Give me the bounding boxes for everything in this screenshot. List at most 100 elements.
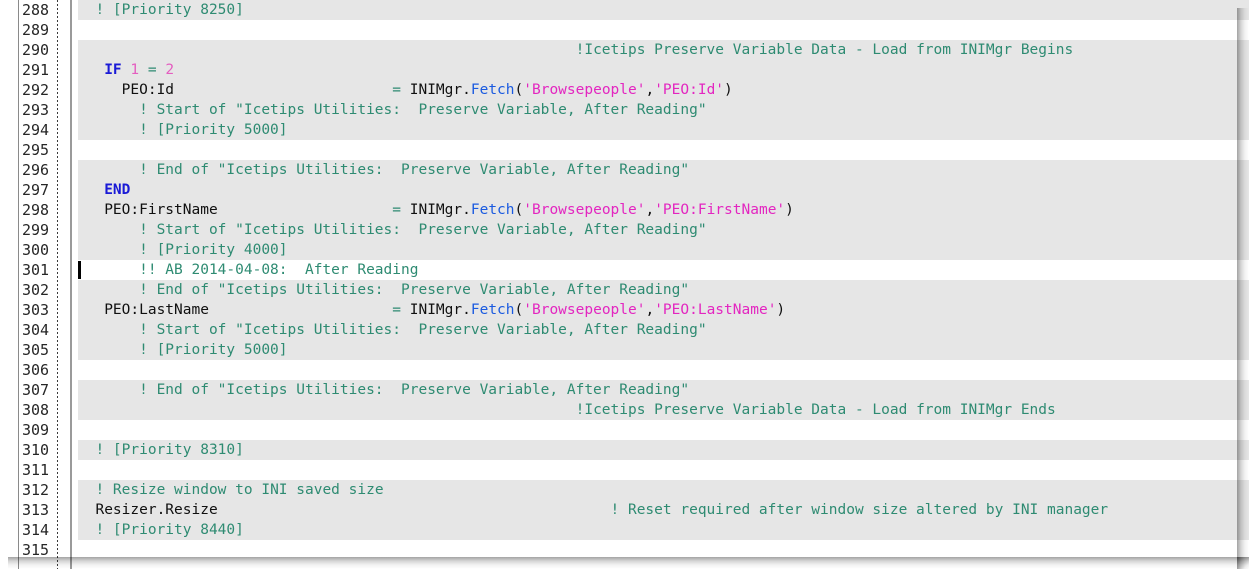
line-number: 307 bbox=[22, 381, 50, 399]
code-line[interactable] bbox=[78, 360, 1249, 380]
line-number-list: 288 289 290 291 292 293 294 295 296 297 298 299 300 3… bbox=[19, 0, 57, 560]
line-number-gutter[interactable]: 288 289 290 291 292 293 294 295 296 297 298 299 300 3… bbox=[0, 0, 58, 569]
code-token-plain: , bbox=[645, 82, 655, 98]
code-line[interactable]: ! End of "Icetips Utilities: Preserve Va… bbox=[78, 380, 1249, 400]
code-token-plain: INIMgr bbox=[401, 202, 463, 218]
line-number: 291 bbox=[22, 61, 50, 79]
code-line[interactable]: END bbox=[78, 180, 1249, 200]
code-token-string: 'PEO:Id' bbox=[654, 82, 725, 98]
code-line[interactable] bbox=[78, 20, 1249, 40]
code-token-plain: INIMgr bbox=[401, 82, 463, 98]
code-token-comment: ! Start of "Icetips Utilities: Preserve … bbox=[139, 222, 707, 238]
code-token-comment: ! Reset required after window size alter… bbox=[610, 502, 1109, 518]
line-number: 288 bbox=[22, 1, 50, 19]
code-token-plain: ( bbox=[514, 302, 524, 318]
code-token-comment: ! [Priority 4000] bbox=[139, 242, 288, 258]
code-token-keyword: END bbox=[104, 182, 131, 198]
line-number: 311 bbox=[22, 461, 50, 479]
code-line[interactable]: ! End of "Icetips Utilities: Preserve Va… bbox=[78, 280, 1249, 300]
code-token-comment: ! Start of "Icetips Utilities: Preserve … bbox=[139, 322, 707, 338]
line-number: 298 bbox=[22, 201, 50, 219]
code-token-string: 'Browsepeople' bbox=[523, 82, 646, 98]
code-line[interactable]: PEO:Id = INIMgr.Fetch('Browsepeople','PE… bbox=[78, 80, 1249, 100]
line-number: 290 bbox=[22, 41, 50, 59]
code-line[interactable] bbox=[78, 140, 1249, 160]
code-token-plain: PEO:LastName bbox=[78, 302, 393, 318]
line-number: 295 bbox=[22, 141, 50, 159]
code-token-comment: !Icetips Preserve Variable Data - Load f… bbox=[575, 42, 1074, 58]
code-token-comment: ! [Priority 5000] bbox=[139, 342, 288, 358]
code-token-plain: ) bbox=[785, 202, 794, 218]
code-token-number: 1 bbox=[130, 62, 140, 78]
line-number: 314 bbox=[22, 521, 50, 539]
line-number: 313 bbox=[22, 501, 50, 519]
code-line[interactable]: ! [Priority 4000] bbox=[78, 240, 1249, 260]
code-token-string: 'Browsepeople' bbox=[523, 202, 646, 218]
code-line[interactable]: ! [Priority 8440] bbox=[78, 520, 1249, 540]
code-line[interactable]: ! [Priority 5000] bbox=[78, 120, 1249, 140]
code-line[interactable] bbox=[78, 460, 1249, 480]
code-line[interactable] bbox=[78, 540, 1249, 560]
code-line[interactable]: ! Start of "Icetips Utilities: Preserve … bbox=[78, 320, 1249, 340]
code-token-comment: ! [Priority 5000] bbox=[139, 122, 288, 138]
code-token-function: Fetch bbox=[470, 302, 515, 318]
code-line[interactable]: ! Resize window to INI saved size bbox=[78, 480, 1249, 500]
code-line[interactable]: PEO:FirstName = INIMgr.Fetch('Browsepeop… bbox=[78, 200, 1249, 220]
code-token-number: 2 bbox=[165, 62, 175, 78]
code-token-comment: ! End of "Icetips Utilities: Preserve Va… bbox=[139, 382, 690, 398]
code-token-string: 'PEO:FirstName' bbox=[654, 202, 786, 218]
code-line[interactable] bbox=[78, 420, 1249, 440]
code-line[interactable]: !Icetips Preserve Variable Data - Load f… bbox=[78, 40, 1249, 60]
code-editor[interactable]: 288 289 290 291 292 293 294 295 296 297 298 299 300 3… bbox=[0, 0, 1249, 569]
code-line[interactable]: ! End of "Icetips Utilities: Preserve Va… bbox=[78, 160, 1249, 180]
code-token-comment: ! Start of "Icetips Utilities: Preserve … bbox=[139, 102, 707, 118]
line-number: 315 bbox=[22, 541, 50, 559]
code-token-string: 'Browsepeople' bbox=[523, 302, 646, 318]
line-number: 294 bbox=[22, 121, 50, 139]
gutter-right-rule bbox=[70, 0, 72, 569]
code-line[interactable]: ! [Priority 8250] bbox=[78, 0, 1249, 20]
code-token-plain: ) bbox=[724, 82, 733, 98]
line-number: 303 bbox=[22, 301, 50, 319]
code-line[interactable]: Resizer.Resize ! Reset required after wi… bbox=[78, 500, 1249, 520]
code-line[interactable]: PEO:LastName = INIMgr.Fetch('Browsepeopl… bbox=[78, 300, 1249, 320]
code-token-plain: PEO:FirstName bbox=[78, 202, 393, 218]
code-text-area[interactable]: ! [Priority 8250] !Icetips Preserve Vari… bbox=[78, 0, 1249, 569]
code-line[interactable]: ! [Priority 8310] bbox=[78, 440, 1249, 460]
code-token-op: = bbox=[392, 202, 402, 218]
line-number: 299 bbox=[22, 221, 50, 239]
code-token-function: Fetch bbox=[470, 202, 515, 218]
code-token-function: Fetch bbox=[470, 82, 515, 98]
code-token-plain: . bbox=[462, 202, 471, 218]
code-token-comment: ! [Priority 8440] bbox=[95, 522, 244, 538]
gutter-dotted-separator bbox=[57, 0, 58, 569]
code-token-op: = bbox=[392, 82, 402, 98]
code-line[interactable]: !Icetips Preserve Variable Data - Load f… bbox=[78, 400, 1249, 420]
code-token-comment: ! Resize window to INI saved size bbox=[95, 482, 384, 498]
code-line[interactable]: IF 1 = 2 bbox=[78, 60, 1249, 80]
code-line[interactable]: ! Start of "Icetips Utilities: Preserve … bbox=[78, 220, 1249, 240]
code-line[interactable]: ! [Priority 5000] bbox=[78, 340, 1249, 360]
code-token-comment: ! [Priority 8310] bbox=[95, 442, 244, 458]
line-number: 305 bbox=[22, 341, 50, 359]
code-token-plain: ( bbox=[514, 202, 524, 218]
line-number: 300 bbox=[22, 241, 50, 259]
code-line[interactable]: ! Start of "Icetips Utilities: Preserve … bbox=[78, 100, 1249, 120]
code-line[interactable]: !! AB 2014-04-08: After Reading bbox=[78, 260, 1249, 280]
code-token-plain: , bbox=[645, 202, 655, 218]
